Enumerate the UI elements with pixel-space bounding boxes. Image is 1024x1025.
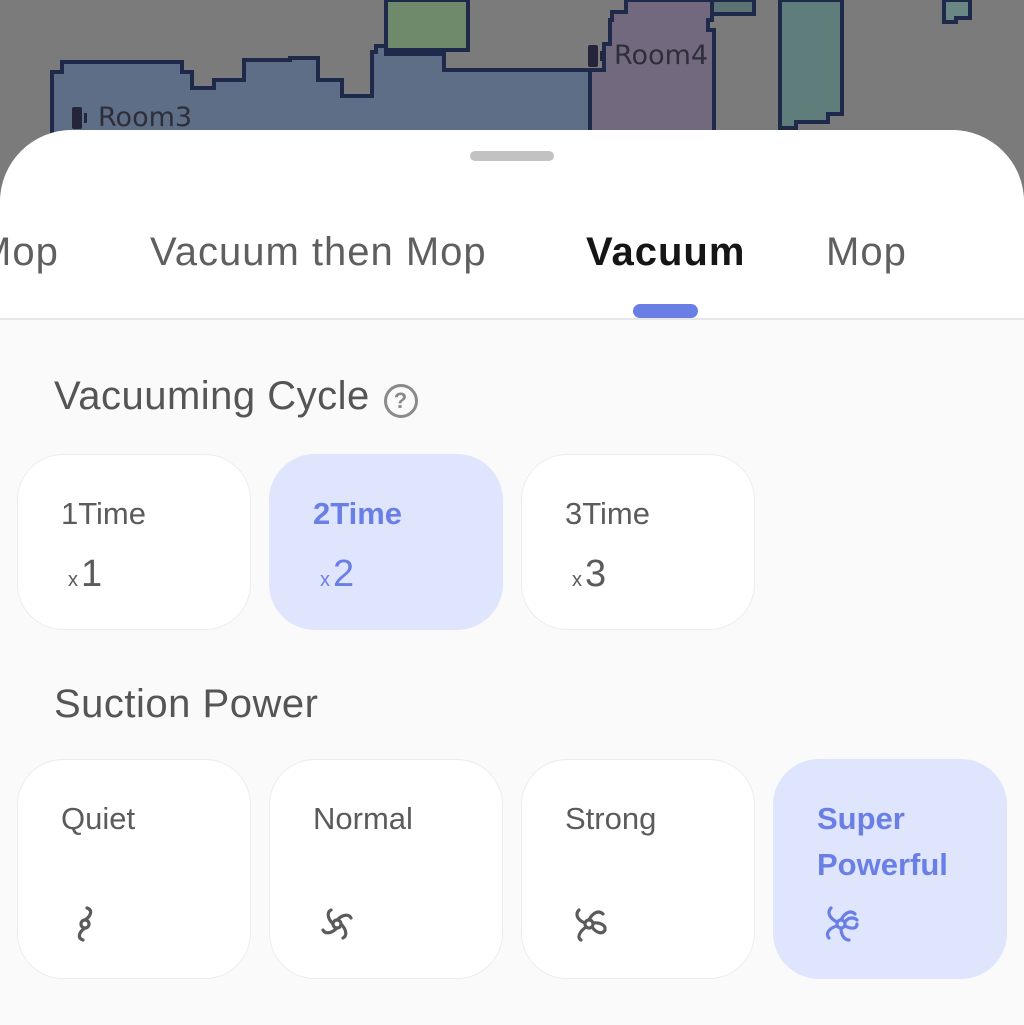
fan-level-1-icon bbox=[77, 906, 93, 942]
suction-option-super-powerful[interactable]: Super Powerful bbox=[773, 759, 1007, 979]
cycle-option-1time[interactable]: 1Time x 1 bbox=[17, 454, 251, 630]
cycle-option-label: 2Time bbox=[313, 496, 403, 531]
multiplier-count: 2 bbox=[333, 553, 355, 595]
sheet-drag-handle[interactable] bbox=[470, 151, 554, 161]
room-label-room4[interactable]: Room4 bbox=[588, 40, 708, 71]
suction-power-title: Suction Power bbox=[54, 682, 318, 727]
cycle-multiplier: x 1 bbox=[68, 553, 102, 596]
tab-mop[interactable]: Mop bbox=[826, 230, 907, 275]
fan-level-3-icon bbox=[575, 908, 607, 942]
multiplier-count: 3 bbox=[585, 553, 607, 595]
tab-mop-partial[interactable]: Mop bbox=[0, 230, 59, 275]
room-label-room3[interactable]: Room3 bbox=[72, 102, 192, 133]
suction-option-quiet[interactable]: Quiet bbox=[17, 759, 251, 979]
multiplier-count: 1 bbox=[81, 553, 103, 595]
room-name: Room3 bbox=[98, 102, 193, 133]
suction-option-label: Strong bbox=[565, 801, 657, 836]
cleaning-mode-tabs: Mop Vacuum then Mop Vacuum Mop bbox=[0, 130, 1024, 320]
suction-option-label: Super Powerful bbox=[817, 801, 948, 882]
question-circle-icon[interactable]: ? bbox=[383, 383, 418, 418]
cycle-multiplier: x 3 bbox=[572, 553, 606, 596]
multiplier-x: x bbox=[320, 569, 330, 591]
tab-vacuum-then-mop[interactable]: Vacuum then Mop bbox=[150, 230, 487, 275]
cycle-option-label: 1Time bbox=[61, 496, 146, 531]
door-icon bbox=[72, 106, 88, 129]
suction-option-label: Quiet bbox=[61, 801, 136, 836]
section-title-text: Vacuuming Cycle bbox=[54, 374, 370, 418]
multiplier-x: x bbox=[572, 569, 582, 591]
active-tab-indicator bbox=[633, 304, 698, 318]
multiplier-x: x bbox=[68, 569, 78, 591]
cycle-option-2time[interactable]: 2Time x 2 bbox=[269, 454, 503, 630]
room-name: Room4 bbox=[614, 40, 709, 71]
door-icon bbox=[588, 44, 604, 67]
suction-option-label: Normal bbox=[313, 801, 413, 836]
cycle-option-label: 3Time bbox=[565, 496, 650, 531]
fan-level-2-icon bbox=[321, 908, 353, 940]
vacuuming-cycle-title: Vacuuming Cycle ? bbox=[54, 374, 418, 419]
cycle-multiplier: x 2 bbox=[320, 553, 354, 596]
cleaning-settings-sheet: Mop Vacuum then Mop Vacuum Mop Vacuuming… bbox=[0, 130, 1024, 1025]
cycle-option-3time[interactable]: 3Time x 3 bbox=[521, 454, 755, 630]
fan-level-4-icon bbox=[825, 906, 859, 942]
tab-vacuum[interactable]: Vacuum bbox=[586, 230, 745, 275]
suction-option-strong[interactable]: Strong bbox=[521, 759, 755, 979]
suction-option-normal[interactable]: Normal bbox=[269, 759, 503, 979]
section-title-text: Suction Power bbox=[54, 682, 319, 726]
